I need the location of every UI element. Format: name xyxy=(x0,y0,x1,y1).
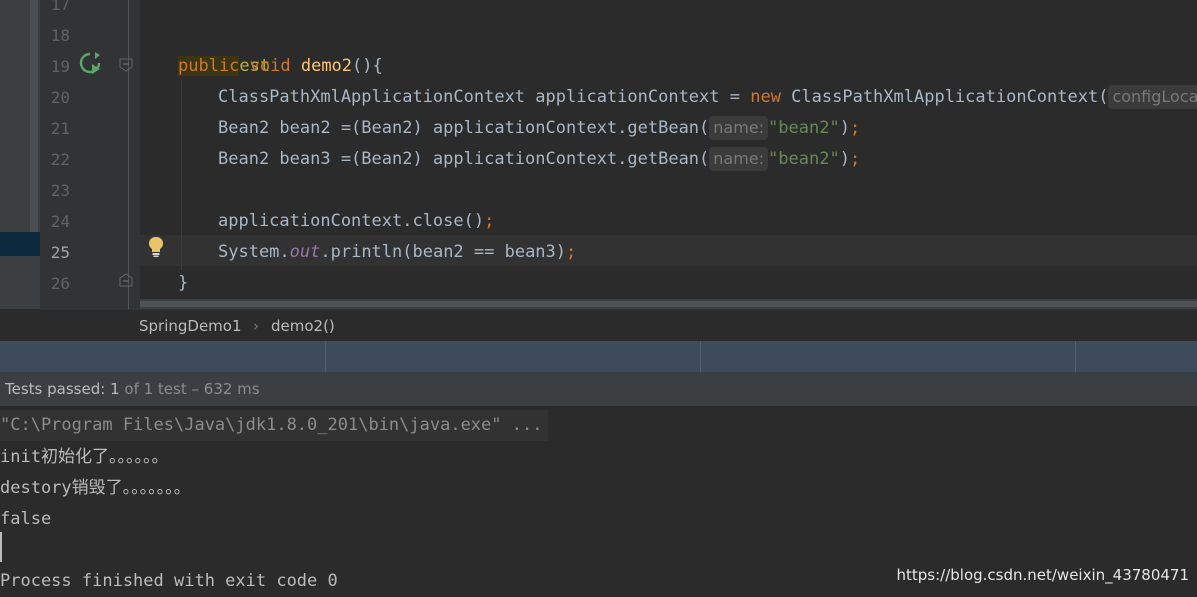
line-number: 20 xyxy=(50,88,70,107)
parameter-hint: name: xyxy=(709,147,769,171)
console-command-line[interactable]: "C:\Program Files\Java\jdk1.8.0_201\bin\… xyxy=(0,410,549,441)
breadcrumb-class[interactable]: SpringDemo1 xyxy=(139,317,242,335)
console-output[interactable]: "C:\Program Files\Java\jdk1.8.0_201\bin\… xyxy=(0,406,1197,595)
code-line-25[interactable]: System.out.println(bean2 == bean3); xyxy=(218,237,576,268)
code-line-21[interactable]: Bean2 bean2 =(Bean2) applicationContext.… xyxy=(218,113,860,144)
line-number: 22 xyxy=(50,150,70,169)
code-line-22[interactable]: Bean2 bean3 =(Bean2) applicationContext.… xyxy=(218,144,860,175)
horizontal-scrollbar[interactable] xyxy=(140,299,1197,309)
tool-window-strip xyxy=(0,0,40,309)
line-number: 23 xyxy=(50,181,70,200)
parameter-hint: configLoca xyxy=(1108,85,1197,109)
run-toolbar xyxy=(0,341,1197,372)
console-line: init初始化了。。。。。。 xyxy=(0,447,169,467)
code-line-24[interactable]: applicationContext.close(); xyxy=(218,206,494,237)
line-number: 18 xyxy=(50,26,70,45)
line-number: 17 xyxy=(50,0,70,14)
breadcrumb-separator: › xyxy=(253,317,259,335)
code-editor[interactable]: 17 18 19 20 21 22 23 24 25 26 @Test publ… xyxy=(0,0,1197,309)
text-caret xyxy=(0,532,2,562)
run-test-icon[interactable] xyxy=(78,51,102,75)
parameter-hint: name: xyxy=(709,116,769,140)
selection-marker xyxy=(0,232,40,256)
scrollbar-thumb[interactable] xyxy=(140,301,1197,307)
fold-icon[interactable] xyxy=(119,273,133,287)
code-line-26[interactable]: } xyxy=(178,268,188,299)
editor-marker xyxy=(30,0,38,232)
code-line-19[interactable]: public void demo2(){ xyxy=(178,51,383,82)
line-number: 19 xyxy=(50,57,70,76)
line-number: 21 xyxy=(50,119,70,138)
test-status-text: Tests passed: 1 of 1 test – 632 ms xyxy=(5,380,260,398)
console-line: false xyxy=(0,509,52,529)
code-line-20[interactable]: ClassPathXmlApplicationContext applicati… xyxy=(218,82,1197,113)
line-number: 26 xyxy=(50,274,70,293)
breadcrumb-method[interactable]: demo2() xyxy=(271,317,335,335)
console-line: Process finished with exit code 0 xyxy=(0,571,338,591)
line-number-current: 25 xyxy=(50,243,70,262)
line-number: 24 xyxy=(50,212,70,231)
fold-icon[interactable] xyxy=(119,58,133,72)
lightbulb-icon[interactable] xyxy=(147,236,165,258)
console-line: destory销毁了。。。。。。。 xyxy=(0,478,191,498)
breadcrumb: SpringDemo1 › demo2() xyxy=(40,309,1197,342)
watermark: https://blog.csdn.net/weixin_43780471 xyxy=(896,566,1189,584)
test-status-bar: Tests passed: 1 of 1 test – 632 ms xyxy=(0,372,1197,406)
